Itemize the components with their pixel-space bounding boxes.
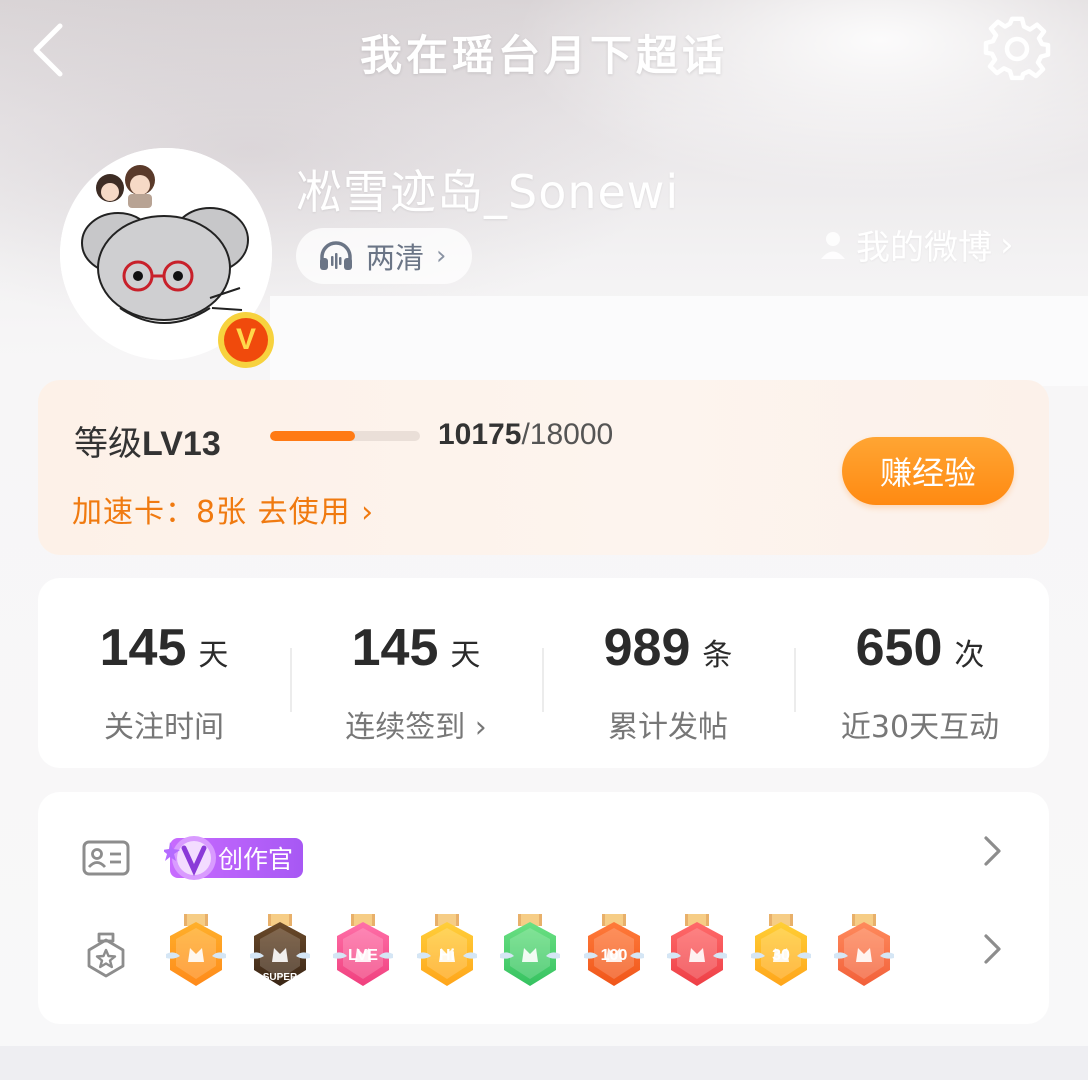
- level-progress-bar: [270, 431, 420, 441]
- page-title: 我在瑶台月下超话: [359, 31, 728, 80]
- headphones-icon: [320, 241, 352, 270]
- user-icon: [821, 231, 845, 259]
- stat-unit: 次: [954, 638, 985, 673]
- love-medal[interactable]: LVE: [331, 914, 395, 992]
- verified-badge: V: [218, 312, 274, 368]
- top-nav-bar: 我在瑶台月下超话: [0, 0, 1088, 100]
- level-label: 等级: [74, 424, 142, 464]
- bottom-divider: [0, 1046, 1088, 1080]
- level-progress-fill: [270, 431, 355, 441]
- hi-medal-label: Hi: [439, 947, 455, 964]
- stats-card: 145 天 关注时间 145 天 连续签到 › 989 条 累计发帖 650 次 近30…: [38, 578, 1049, 768]
- super-medal-label: SUPER: [262, 972, 297, 983]
- page: 我在瑶台月下超话 V 凇雪迹岛_Sonewi 两清 › 我的微博 › 等级LV1…: [0, 0, 1088, 1080]
- level-title: 等级LV13: [74, 416, 221, 465]
- stat-consecutive-checkin[interactable]: 145 天 连续签到 ›: [290, 578, 542, 768]
- settings-button[interactable]: [982, 14, 1052, 84]
- signature-tag-label: 两清: [366, 241, 425, 275]
- exp-max: /18000: [521, 418, 614, 451]
- stat-unit: 天: [450, 638, 481, 673]
- my-weibo-label: 我的微博: [856, 228, 992, 268]
- creator-logo-icon: [164, 836, 216, 880]
- level-card: 等级LV13 10175/18000 加速卡：8张 去使用 › 赚经验: [38, 380, 1049, 555]
- medal-star-icon: [87, 932, 125, 978]
- chevron-right-icon[interactable]: [982, 932, 1004, 975]
- 30-days-medal-label: 30: [772, 947, 790, 964]
- boost-card-link[interactable]: 加速卡：8张 去使用 ›: [72, 487, 374, 531]
- super-medal[interactable]: SUPER: [248, 914, 312, 992]
- gear-icon: [983, 16, 1051, 81]
- hand-medal[interactable]: [498, 914, 562, 992]
- badges-card: 创作官 SUPER LVE Hi 100 30: [38, 792, 1049, 1024]
- trophy-medal[interactable]: [665, 914, 729, 992]
- stat-label: 关注时间: [104, 710, 224, 745]
- stat-follow-time: 145 天 关注时间: [38, 578, 290, 768]
- stat-unit: 条: [702, 638, 733, 673]
- stat-label: 连续签到 ›: [345, 710, 487, 745]
- id-card-icon: [82, 840, 130, 876]
- stat-number: 145: [99, 619, 187, 677]
- hi-medal[interactable]: Hi: [415, 914, 479, 992]
- signature-tag[interactable]: 两清 ›: [296, 228, 473, 284]
- stat-unit: 天: [198, 638, 229, 673]
- level-experience: 10175/18000: [438, 418, 613, 452]
- verified-v-icon: V: [224, 318, 268, 362]
- 100-days-medal[interactable]: 100: [582, 914, 646, 992]
- stat-interactions: 650 次 近30天互动: [794, 578, 1046, 768]
- level-value: LV13: [142, 425, 221, 463]
- creator-label: 创作官: [218, 845, 294, 874]
- creator-badge[interactable]: 创作官: [164, 836, 304, 880]
- chevron-right-icon: ›: [1000, 224, 1014, 265]
- 100-days-medal-label: 100: [600, 947, 627, 964]
- stat-number: 145: [351, 619, 439, 677]
- header-background-band: [270, 296, 1088, 386]
- earn-exp-button[interactable]: 赚经验: [842, 437, 1014, 505]
- chevron-right-icon[interactable]: [982, 834, 1004, 877]
- stat-label: 近30天互动: [840, 710, 1000, 745]
- stat-total-posts: 989 条 累计发帖: [542, 578, 794, 768]
- chevron-right-icon: ›: [436, 241, 447, 271]
- crown-medal[interactable]: [164, 914, 228, 992]
- exp-current: 10175: [438, 418, 522, 451]
- stat-number: 989: [603, 619, 691, 677]
- my-weibo-link[interactable]: 我的微博 ›: [818, 220, 1014, 269]
- 30-days-medal[interactable]: 30: [749, 914, 813, 992]
- love-medal-label: LVE: [348, 947, 378, 964]
- stat-number: 650: [855, 619, 943, 677]
- username: 凇雪迹岛_Sonewi: [296, 165, 680, 219]
- stat-label: 累计发帖: [608, 710, 728, 745]
- rock-hand-medal[interactable]: [832, 914, 896, 992]
